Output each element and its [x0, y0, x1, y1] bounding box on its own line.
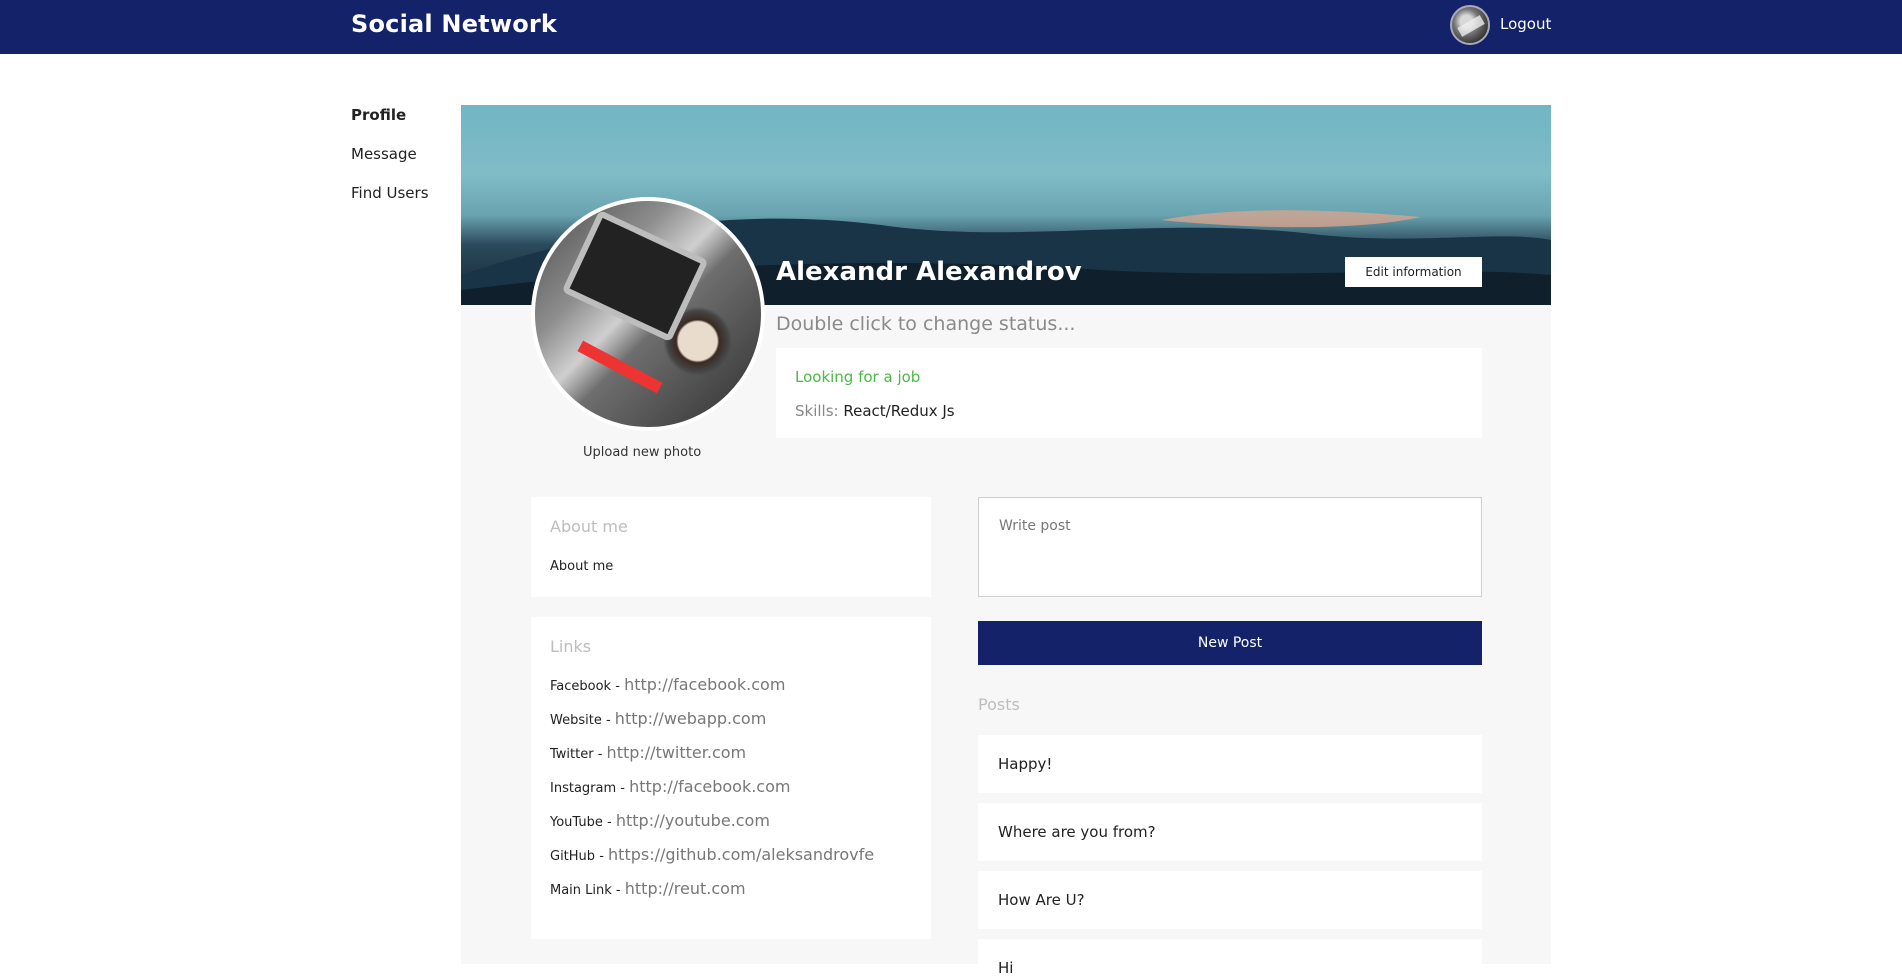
edit-information-button[interactable]: Edit information	[1345, 257, 1482, 287]
about-title: About me	[550, 517, 628, 536]
link-url[interactable]: http://twitter.com	[607, 743, 747, 762]
user-avatar-icon[interactable]	[1450, 5, 1490, 45]
link-row-facebook: Facebook - http://facebook.com	[550, 675, 786, 694]
app-brand[interactable]: Social Network	[351, 10, 557, 38]
red-strip-graphic	[577, 340, 663, 394]
link-row-twitter: Twitter - http://twitter.com	[550, 743, 747, 762]
posts-title: Posts	[978, 695, 1020, 714]
about-text: About me	[550, 559, 614, 574]
sidebar-item-find-users[interactable]: Find Users	[351, 182, 429, 221]
link-name: Facebook	[550, 679, 612, 694]
link-row-github: GitHub - https://github.com/aleksandrovf…	[550, 845, 875, 864]
link-url[interactable]: http://reut.com	[625, 879, 746, 898]
link-url[interactable]: http://youtube.com	[616, 811, 770, 830]
link-name: Twitter	[550, 747, 594, 762]
link-name: Instagram	[550, 781, 617, 796]
links-card: Links Facebook - http://facebook.com Web…	[531, 617, 931, 939]
profile-panel: Upload new photo Alexandr Alexandrov Edi…	[461, 105, 1551, 979]
new-post-button[interactable]: New Post	[978, 621, 1482, 665]
link-name: GitHub	[550, 849, 596, 864]
link-url[interactable]: https://github.com/aleksandrovfe	[608, 845, 874, 864]
links-title: Links	[550, 637, 592, 656]
sidebar-item-message[interactable]: Message	[351, 143, 429, 182]
link-name: YouTube	[550, 815, 603, 830]
profile-avatar	[531, 197, 765, 431]
sidebar-nav: Profile Message Find Users	[351, 104, 429, 221]
post-item[interactable]: Happy!	[978, 735, 1482, 793]
sidebar-item-profile[interactable]: Profile	[351, 104, 429, 143]
link-row-main-link: Main Link - http://reut.com	[550, 879, 746, 898]
link-name: Main Link	[550, 883, 612, 898]
top-header: Social Network Logout	[0, 0, 1902, 54]
post-item[interactable]: Hi	[978, 939, 1482, 979]
upload-photo-link[interactable]: Upload new photo	[583, 445, 701, 460]
profile-status[interactable]: Double click to change status...	[776, 313, 1075, 335]
profile-name: Alexandr Alexandrov	[776, 257, 1082, 287]
skills-label: Skills:	[795, 402, 839, 420]
link-row-youtube: YouTube - http://youtube.com	[550, 811, 770, 830]
link-url[interactable]: http://facebook.com	[629, 777, 790, 796]
skills-row: Skills: React/Redux Js	[795, 402, 955, 420]
link-url[interactable]: http://webapp.com	[615, 709, 766, 728]
link-url[interactable]: http://facebook.com	[624, 675, 785, 694]
skills-value: React/Redux Js	[843, 402, 955, 420]
about-card: About me About me	[531, 497, 931, 597]
write-post-input[interactable]	[978, 497, 1482, 597]
link-row-website: Website - http://webapp.com	[550, 709, 767, 728]
laptop-graphic	[561, 209, 709, 343]
job-status: Looking for a job	[795, 368, 921, 386]
link-name: Website	[550, 713, 602, 728]
logout-button[interactable]: Logout	[1500, 15, 1551, 33]
post-item[interactable]: How Are U?	[978, 871, 1482, 929]
link-row-instagram: Instagram - http://facebook.com	[550, 777, 791, 796]
post-item[interactable]: Where are you from?	[978, 803, 1482, 861]
job-info-card: Looking for a job Skills: React/Redux Js	[776, 348, 1482, 438]
